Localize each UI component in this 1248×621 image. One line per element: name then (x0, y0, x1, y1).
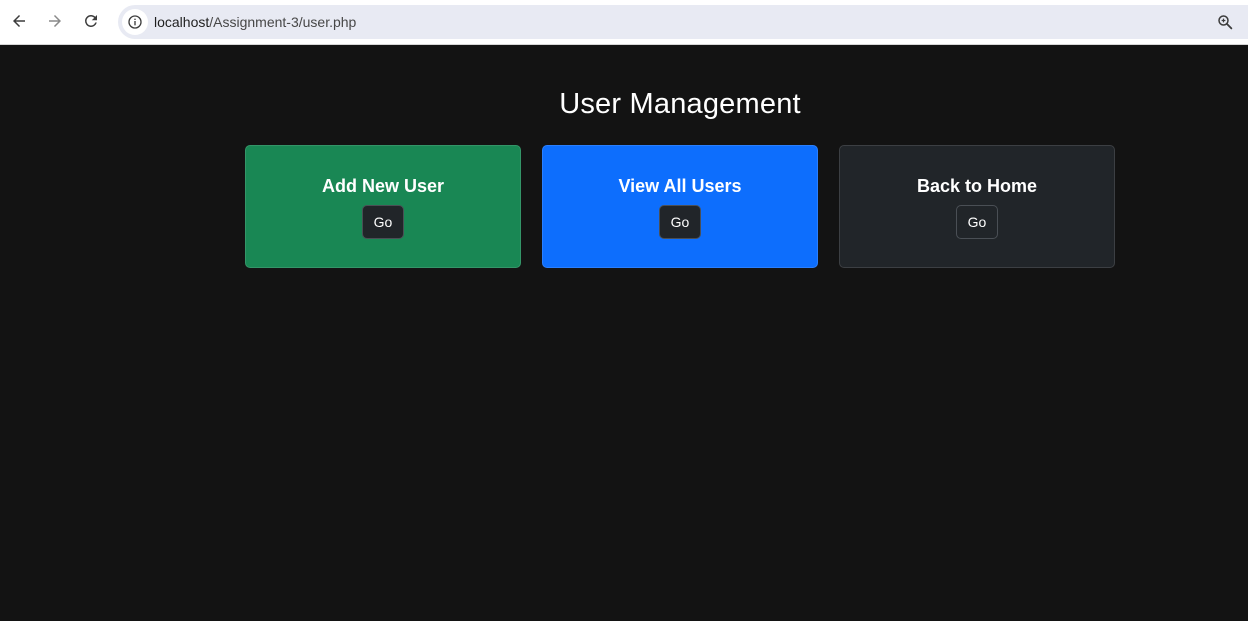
zoom-button[interactable] (1216, 13, 1234, 31)
add-user-card: Add New User Go (245, 145, 521, 268)
zoom-icon (1218, 15, 1233, 30)
card-title: Add New User (321, 176, 445, 196)
url-host: localhost (154, 14, 210, 30)
browser-toolbar: localhost/Assignment-3/user.php (0, 0, 1248, 45)
card-title: View All Users (618, 176, 742, 196)
info-icon (128, 15, 142, 29)
reload-button[interactable] (77, 7, 105, 35)
arrow-right-icon (49, 15, 61, 27)
url-text[interactable]: localhost/Assignment-3/user.php (154, 5, 356, 39)
reload-icon (85, 15, 97, 27)
site-info-button[interactable] (122, 9, 148, 35)
forward-button[interactable] (41, 7, 69, 35)
view-users-go-button[interactable]: Go (659, 205, 701, 239)
url-path: /Assignment-3/user.php (209, 14, 357, 30)
page-title: User Management (559, 88, 801, 120)
address-bar[interactable]: localhost/Assignment-3/user.php (118, 5, 1248, 39)
back-home-card: Back to Home Go (839, 145, 1115, 268)
view-users-card: View All Users Go (542, 145, 818, 268)
back-home-go-button[interactable]: Go (956, 205, 998, 239)
back-button[interactable] (5, 7, 33, 35)
card-title: Back to Home (916, 176, 1038, 196)
arrow-left-icon (13, 15, 25, 27)
add-user-go-button[interactable]: Go (362, 205, 404, 239)
